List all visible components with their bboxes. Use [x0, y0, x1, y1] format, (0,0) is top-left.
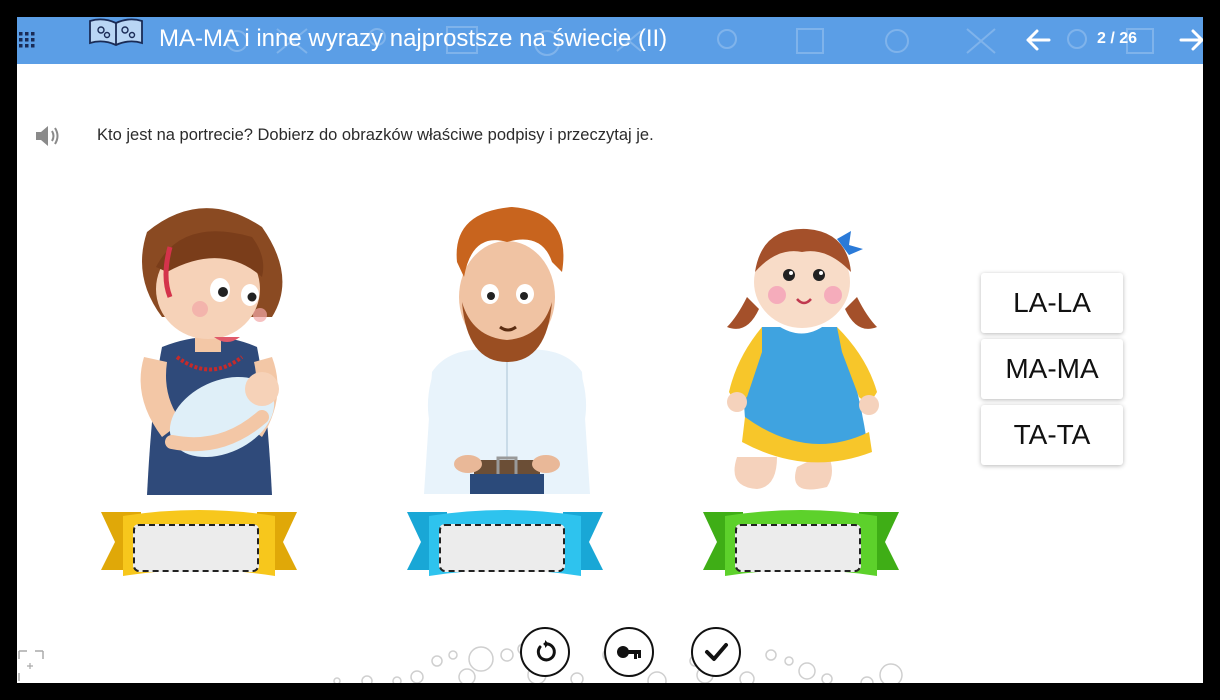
check-icon [705, 643, 728, 661]
speaker-icon[interactable] [33, 123, 63, 149]
answer-slot-father[interactable] [439, 524, 565, 572]
answer-slot-doll[interactable] [735, 524, 861, 572]
menu-icon[interactable] [17, 29, 39, 51]
reset-icon [536, 640, 556, 662]
check-button[interactable] [691, 627, 741, 677]
instruction-text: Kto jest na portrecie? Dobierz do obrazk… [97, 126, 654, 144]
header-bar: MA-MA i inne wyrazy najprostsze na świec… [17, 17, 1203, 64]
father-image [424, 207, 590, 494]
page-counter: 2 / 26 [1096, 30, 1138, 47]
key-button[interactable] [604, 627, 654, 677]
arrow-left-icon[interactable] [1021, 23, 1055, 57]
page-title: MA-MA i inne wyrazy najprostsze na świec… [159, 25, 668, 52]
mother-with-baby-image [140, 208, 283, 495]
key-icon [617, 646, 641, 659]
device-frame: MA-MA i inne wyrazy najprostsze na świec… [0, 0, 1220, 700]
word-tile[interactable]: LA-LA [981, 273, 1123, 333]
word-tile[interactable]: TA-TA [981, 405, 1123, 465]
arrow-right-icon[interactable] [1175, 23, 1203, 57]
reset-button[interactable] [520, 627, 570, 677]
exercise-screen: MA-MA i inne wyrazy najprostsze na świec… [17, 17, 1203, 683]
book-icon [89, 18, 143, 46]
doll-image [727, 228, 879, 490]
answer-slot-mother[interactable] [133, 524, 259, 572]
fullscreen-icon[interactable] [17, 649, 45, 683]
word-tile[interactable]: MA-MA [981, 339, 1123, 399]
